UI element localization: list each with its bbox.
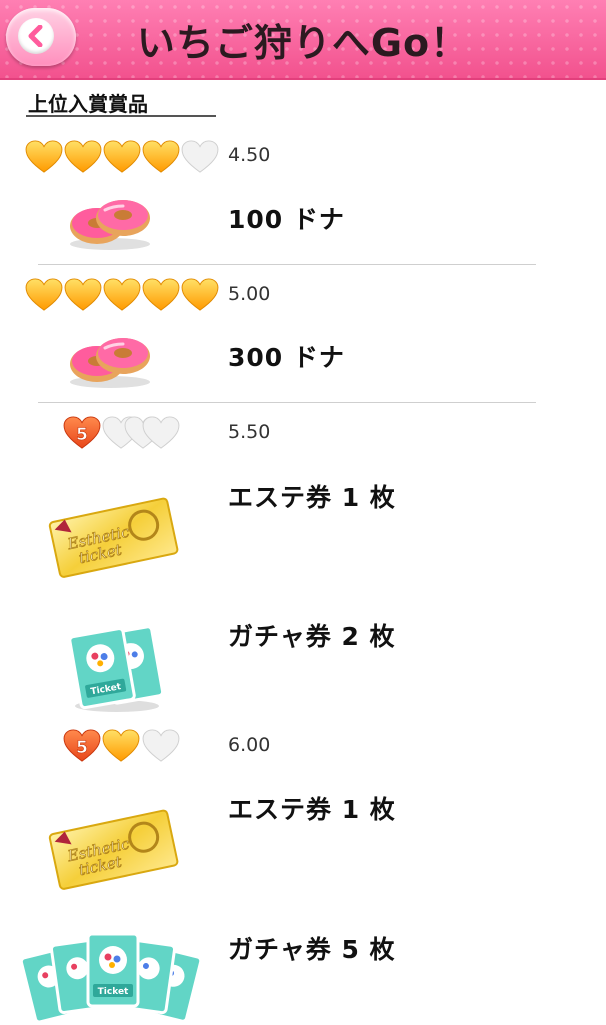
section-underline bbox=[26, 115, 216, 117]
reward-label: ガチャ券 2 枚 bbox=[228, 622, 396, 651]
gacha-ticket-icon: Ticket bbox=[68, 625, 165, 712]
header-bar: いちご狩りへGo！ bbox=[0, 0, 606, 80]
donut-icon bbox=[68, 198, 152, 252]
reward-label: 100 ドナ bbox=[228, 205, 345, 234]
score-value: 5.00 bbox=[228, 283, 271, 305]
heart-level-badge: 5 bbox=[76, 425, 88, 445]
rating-hearts bbox=[25, 140, 219, 173]
esthetic-ticket-icon: Esthetic ticket bbox=[48, 497, 179, 578]
rating-hearts: 5 bbox=[63, 729, 180, 762]
reward-label: エステ券 1 枚 bbox=[228, 795, 396, 824]
gacha-ticket-icon: Ticket bbox=[20, 932, 203, 1024]
divider bbox=[38, 402, 536, 403]
divider bbox=[38, 264, 536, 265]
donut-icon bbox=[68, 336, 152, 390]
heart-level-badge: 5 bbox=[76, 738, 88, 758]
svg-text:Ticket: Ticket bbox=[98, 987, 129, 997]
page-title: いちご狩りへGo！ bbox=[136, 21, 470, 65]
reward-label: エステ券 1 枚 bbox=[228, 483, 396, 512]
score-value: 6.00 bbox=[228, 734, 271, 756]
rating-hearts: 5 bbox=[63, 416, 180, 449]
score-value: 4.50 bbox=[228, 144, 271, 166]
reward-label: ガチャ券 5 枚 bbox=[228, 935, 396, 964]
score-value: 5.50 bbox=[228, 421, 271, 443]
section-title: 上位入賞賞品 bbox=[28, 92, 148, 116]
reward-label: 300 ドナ bbox=[228, 343, 345, 372]
esthetic-ticket-icon: Esthetic ticket bbox=[48, 809, 179, 890]
rating-hearts bbox=[25, 278, 219, 311]
